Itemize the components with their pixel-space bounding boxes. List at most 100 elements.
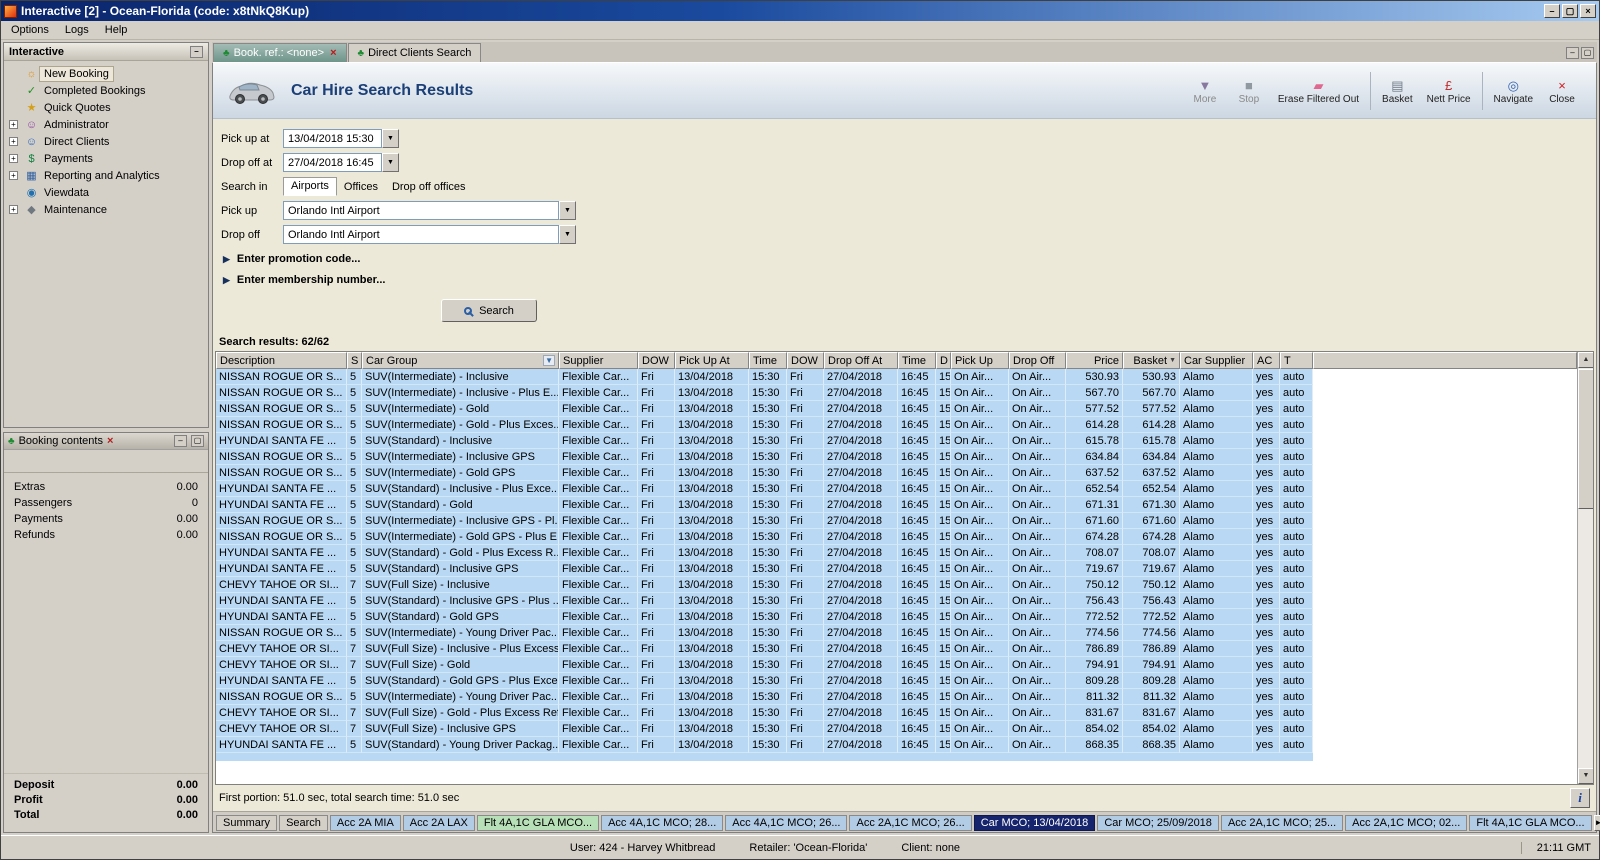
panel-collapse-button[interactable]: – [190,45,203,58]
column-header[interactable]: Drop Off [1009,352,1066,369]
booking-contents-close-icon[interactable]: × [107,435,113,447]
table-row[interactable]: HYUNDAI SANTA FE ... 5 SUV(Standard) - G… [216,609,1313,625]
dropdown-arrow-icon[interactable]: ▼ [382,153,399,172]
navigate-button[interactable]: ◎ Navigate [1487,69,1540,113]
bottom-tab-search[interactable]: Search [279,814,328,831]
dropdown-arrow-icon[interactable]: ▼ [559,225,576,244]
pick-up-at-input[interactable] [283,129,382,148]
expand-icon[interactable]: + [9,154,18,163]
sidebar-item-maintenance[interactable]: + ◆ Maintenance [4,201,208,218]
sidebar-item-quick-quotes[interactable]: ★ Quick Quotes [4,99,208,116]
membership-number-expander[interactable]: ▶ Enter membership number... [223,274,1596,286]
erase-filtered-out-button[interactable]: ▰ Erase Filtered Out [1271,69,1366,113]
column-header[interactable]: Car Group ▼ [362,352,559,369]
panel-minimize-button[interactable]: – [1566,47,1579,59]
table-row[interactable]: NISSAN ROGUE OR S... 5 SUV(Intermediate)… [216,385,1313,401]
column-header[interactable]: T [1280,352,1313,369]
promotion-code-expander[interactable]: ▶ Enter promotion code... [223,253,1596,265]
table-row[interactable]: NISSAN ROGUE OR S... 5 SUV(Intermediate)… [216,513,1313,529]
sidebar-item-new-booking[interactable]: ☼ New Booking [4,65,208,82]
column-header[interactable]: Pick Up [951,352,1009,369]
column-header[interactable]: Basket ▼ [1123,352,1180,369]
search-in-drop-off-offices[interactable]: Drop off offices [385,179,473,196]
sidebar-item-payments[interactable]: + $ Payments [4,150,208,167]
sidebar-item-administrator[interactable]: + ☺ Administrator [4,116,208,133]
column-header[interactable]: Pick Up At [675,352,749,369]
menu-options[interactable]: Options [3,22,57,38]
expand-icon[interactable]: + [9,137,18,146]
tab-booking-ref[interactable]: ♣ Book. ref.: <none> × [213,43,347,62]
table-row[interactable]: CHEVY TAHOE OR SI... 7 SUV(Full Size) - … [216,721,1313,737]
bottom-tab-flt-4a-1c-gla-mco[interactable]: Flt 4A,1C GLA MCO... [476,814,600,831]
close-button[interactable]: × Close [1540,69,1584,113]
bottom-tab-acc-4a-1c-mco-26[interactable]: Acc 4A,1C MCO; 26... [725,814,848,831]
bottom-tab-acc-2a-lax[interactable]: Acc 2A LAX [402,814,475,831]
table-row[interactable]: CHEVY TAHOE OR SI... 7 SUV(Full Size) - … [216,705,1313,721]
filter-icon[interactable]: ▼ [543,355,555,366]
bottom-tab-acc-2a-mia[interactable]: Acc 2A MIA [329,814,401,831]
window-maximize-button[interactable]: ▢ [1562,4,1578,18]
drop-off-input[interactable] [283,225,559,244]
column-header[interactable]: AC [1253,352,1280,369]
scroll-up-icon[interactable]: ▲ [1578,352,1593,368]
sidebar-item-direct-clients[interactable]: + ☺ Direct Clients [4,133,208,150]
table-row[interactable]: NISSAN ROGUE OR S... 5 SUV(Intermediate)… [216,529,1313,545]
bottom-tab-summary[interactable]: Summary [216,814,278,831]
table-row[interactable]: HYUNDAI SANTA FE ... 5 SUV(Standard) - G… [216,545,1313,561]
pick-up-input[interactable] [283,201,559,220]
column-header[interactable]: Time [898,352,936,369]
basket-button[interactable]: ▤ Basket [1375,69,1420,113]
table-row[interactable]: HYUNDAI SANTA FE ... 5 SUV(Standard) - I… [216,561,1313,577]
column-header[interactable]: Price [1066,352,1123,369]
stop-button[interactable]: ■ Stop [1227,69,1271,113]
expand-icon[interactable]: + [9,120,18,129]
table-row[interactable]: NISSAN ROGUE OR S... 5 SUV(Intermediate)… [216,417,1313,433]
tab-direct-clients-search[interactable]: ♣ Direct Clients Search [347,43,482,62]
column-header[interactable]: Description [216,352,347,369]
bottom-tab-car-mco-13-04-2018[interactable]: Car MCO; 13/04/2018 [973,814,1096,831]
window-minimize-button[interactable]: – [1544,4,1560,18]
column-header[interactable]: Supplier [559,352,638,369]
table-row[interactable]: HYUNDAI SANTA FE ... 5 SUV(Standard) - I… [216,593,1313,609]
column-header[interactable]: Time [749,352,787,369]
table-row[interactable]: HYUNDAI SANTA FE ... 5 SUV(Standard) - I… [216,481,1313,497]
expand-icon[interactable]: + [9,171,18,180]
bottom-tab-acc-2a-1c-mco-25[interactable]: Acc 2A,1C MCO; 25... [1220,814,1344,831]
bottom-tab-acc-2a-1c-mco-02[interactable]: Acc 2A,1C MCO; 02... [1345,814,1468,831]
table-row[interactable]: NISSAN ROGUE OR S... 5 SUV(Intermediate)… [216,369,1313,385]
bottom-tab-acc-4a-1c-mco-28[interactable]: Acc 4A,1C MCO; 28... [601,814,724,831]
dropdown-arrow-icon[interactable]: ▼ [382,129,399,148]
search-button[interactable]: Search [441,299,537,322]
nett-price-button[interactable]: £ Nett Price [1420,69,1478,113]
table-row[interactable]: NISSAN ROGUE OR S... 5 SUV(Intermediate)… [216,401,1313,417]
search-in-airports[interactable]: Airports [283,177,337,196]
vertical-scrollbar[interactable]: ▲ ▼ [1577,352,1593,784]
tab-close-icon[interactable]: × [330,47,336,59]
table-row[interactable]: NISSAN ROGUE OR S... 5 SUV(Intermediate)… [216,625,1313,641]
column-header[interactable]: Car Supplier [1180,352,1253,369]
column-header[interactable]: DOW [787,352,824,369]
sidebar-item-completed-bookings[interactable]: ✓ Completed Bookings [4,82,208,99]
sidebar-item-reporting-and-analytics[interactable]: + ▦ Reporting and Analytics [4,167,208,184]
search-in-offices[interactable]: Offices [337,179,385,196]
scrollbar-thumb[interactable] [1578,369,1593,509]
expand-icon[interactable]: + [9,205,18,214]
window-close-button[interactable]: × [1580,4,1596,18]
scroll-down-icon[interactable]: ▼ [1578,768,1593,784]
bottom-tab-flt-4a-1c-gla-mco-2[interactable]: Flt 4A,1C GLA MCO... [1469,814,1592,831]
bottom-tab-acc-2a-1c-mco-26[interactable]: Acc 2A,1C MCO; 26... [849,814,972,831]
menu-logs[interactable]: Logs [57,22,97,38]
table-row[interactable]: NISSAN ROGUE OR S... 5 SUV(Intermediate)… [216,689,1313,705]
table-row[interactable]: HYUNDAI SANTA FE ... 5 SUV(Standard) - I… [216,433,1313,449]
table-row[interactable]: HYUNDAI SANTA FE ... 5 SUV(Standard) - G… [216,673,1313,689]
panel-maximize-button[interactable]: ▢ [1581,47,1594,59]
sidebar-item-viewdata[interactable]: ◉ Viewdata [4,184,208,201]
column-header[interactable]: Drop Off At [824,352,898,369]
menu-help[interactable]: Help [97,22,136,38]
table-row[interactable]: CHEVY TAHOE OR SI... 7 SUV(Full Size) - … [216,577,1313,593]
booking-minimize-button[interactable]: – [174,435,187,447]
column-header[interactable]: S [347,352,362,369]
table-row[interactable]: NISSAN ROGUE OR S... 5 SUV(Intermediate)… [216,465,1313,481]
table-row[interactable]: HYUNDAI SANTA FE ... 5 SUV(Standard) - G… [216,497,1313,513]
booking-maximize-button[interactable]: ▢ [191,435,204,447]
